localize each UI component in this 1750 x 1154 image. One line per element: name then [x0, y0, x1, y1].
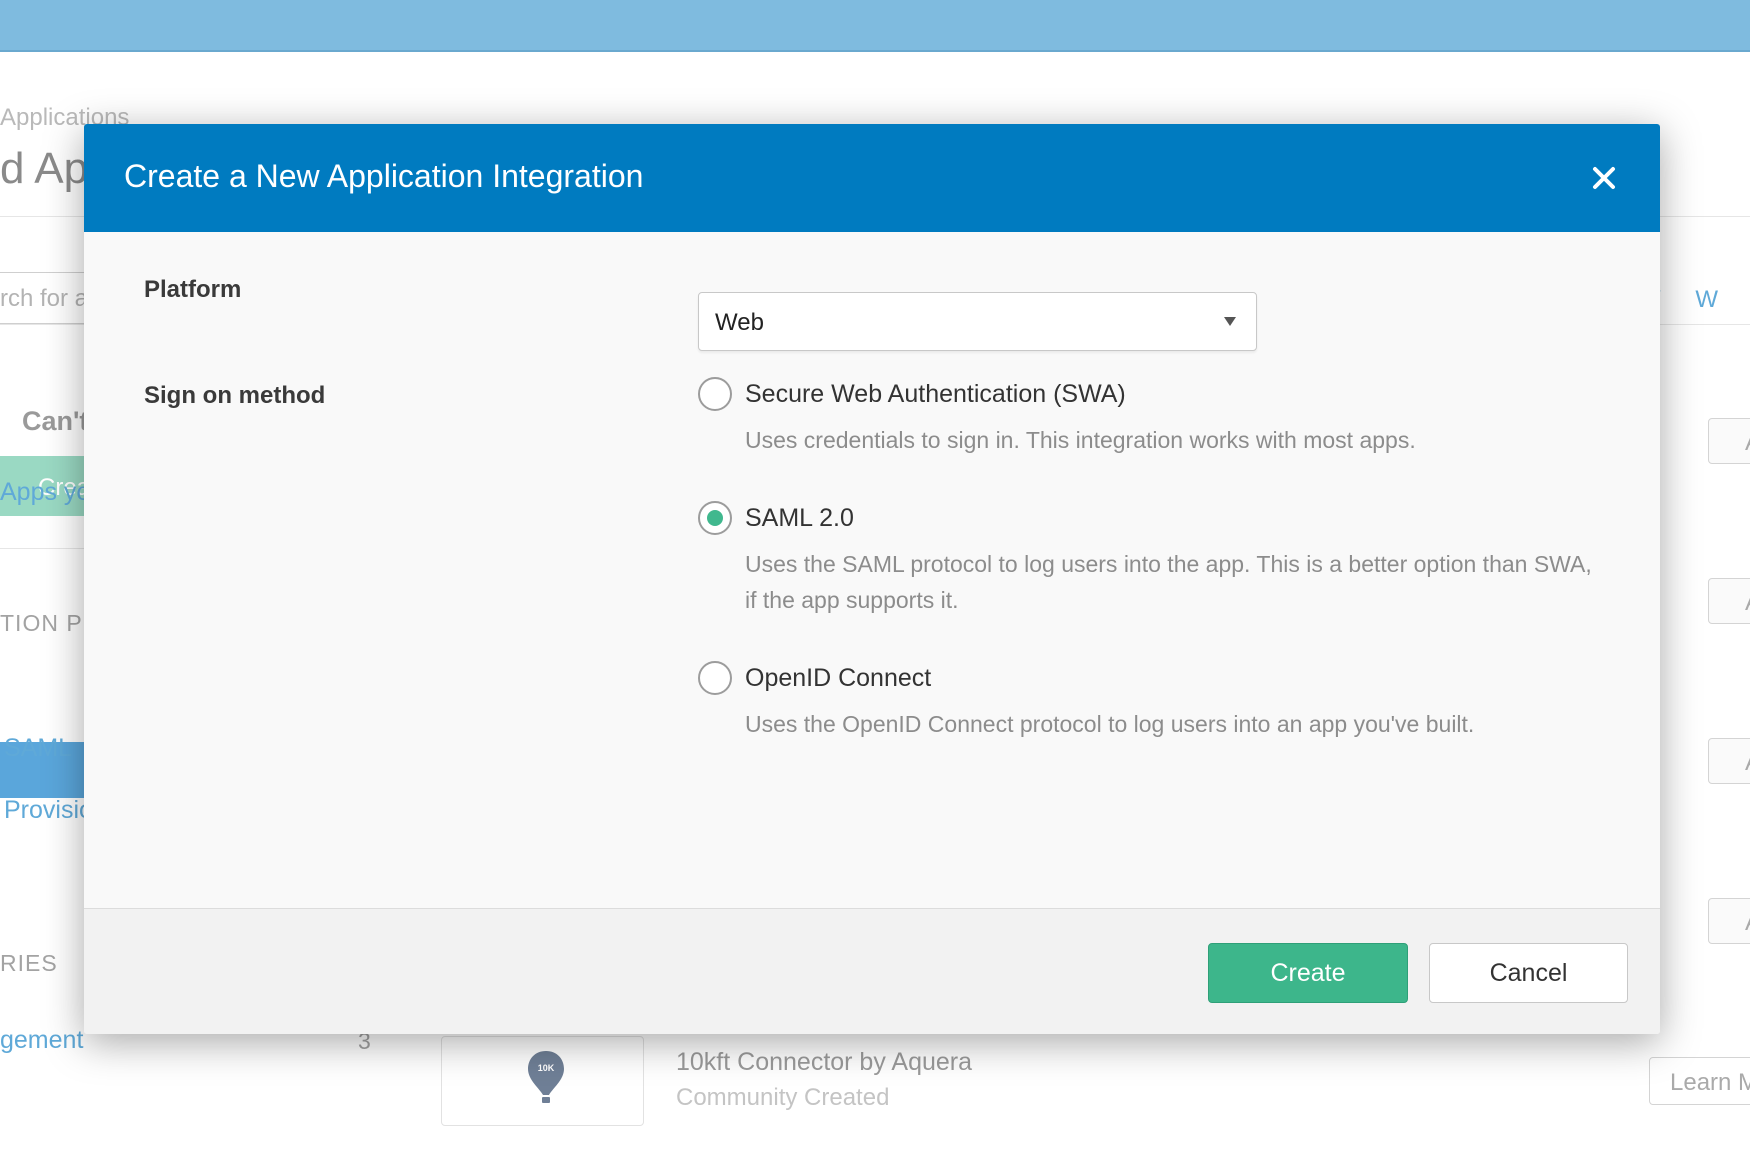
filter-provisioning-link[interactable]: Provisio	[4, 796, 93, 825]
cant-find-heading: Can't	[22, 406, 89, 436]
radio-saml-description: Uses the SAML protocol to log users into…	[745, 551, 1592, 613]
app-subtitle: Community Created	[676, 1084, 890, 1111]
create-app-integration-dialog: Create a New Application Integration Pla…	[84, 124, 1660, 1034]
radio-openid-label[interactable]: OpenID Connect	[745, 664, 931, 693]
cancel-button[interactable]: Cancel	[1429, 943, 1628, 1003]
learn-more-button[interactable]: Learn M	[1649, 1057, 1750, 1105]
dialog-title: Create a New Application Integration	[124, 158, 644, 194]
radio-swa-description: Uses credentials to sign in. This integr…	[745, 427, 1416, 453]
row-action-button[interactable]: A	[1708, 898, 1750, 944]
radio-openid[interactable]	[698, 661, 732, 695]
svg-text:10K: 10K	[538, 1063, 555, 1073]
top-nav-bar	[0, 0, 1750, 52]
radio-swa[interactable]	[698, 377, 732, 411]
app-name[interactable]: 10kft Connector by Aquera	[676, 1048, 972, 1077]
app-card-logo[interactable]: 10K	[441, 1036, 644, 1126]
create-button[interactable]: Create	[1208, 943, 1408, 1003]
apps-link[interactable]: Apps yo	[0, 478, 90, 507]
filter-saml-link[interactable]: SAML	[4, 734, 72, 763]
radio-selected-dot	[707, 510, 723, 526]
caret-down-icon	[1224, 317, 1236, 326]
platform-label: Platform	[144, 276, 242, 303]
balloon-icon: 10K	[528, 1051, 564, 1103]
radio-saml-label[interactable]: SAML 2.0	[745, 504, 854, 533]
dialog-header: Create a New Application Integration	[84, 124, 1660, 232]
category-item[interactable]: gement	[0, 1026, 83, 1055]
radio-swa-label[interactable]: Secure Web Authentication (SWA)	[745, 380, 1126, 409]
row-action-button[interactable]: A	[1708, 738, 1750, 784]
platform-select[interactable]: Web	[698, 292, 1257, 351]
radio-openid-description: Uses the OpenID Connect protocol to log …	[745, 711, 1475, 737]
row-action-button[interactable]: A	[1708, 418, 1750, 464]
dialog-footer: Create Cancel	[84, 908, 1660, 1034]
platform-select-value: Web	[715, 309, 764, 336]
row-action-button[interactable]: A	[1708, 578, 1750, 624]
section-categories-heading: RIES	[0, 950, 58, 976]
radio-saml[interactable]	[698, 501, 732, 535]
close-icon[interactable]	[1586, 160, 1622, 196]
sign-on-method-label: Sign on method	[144, 382, 326, 409]
